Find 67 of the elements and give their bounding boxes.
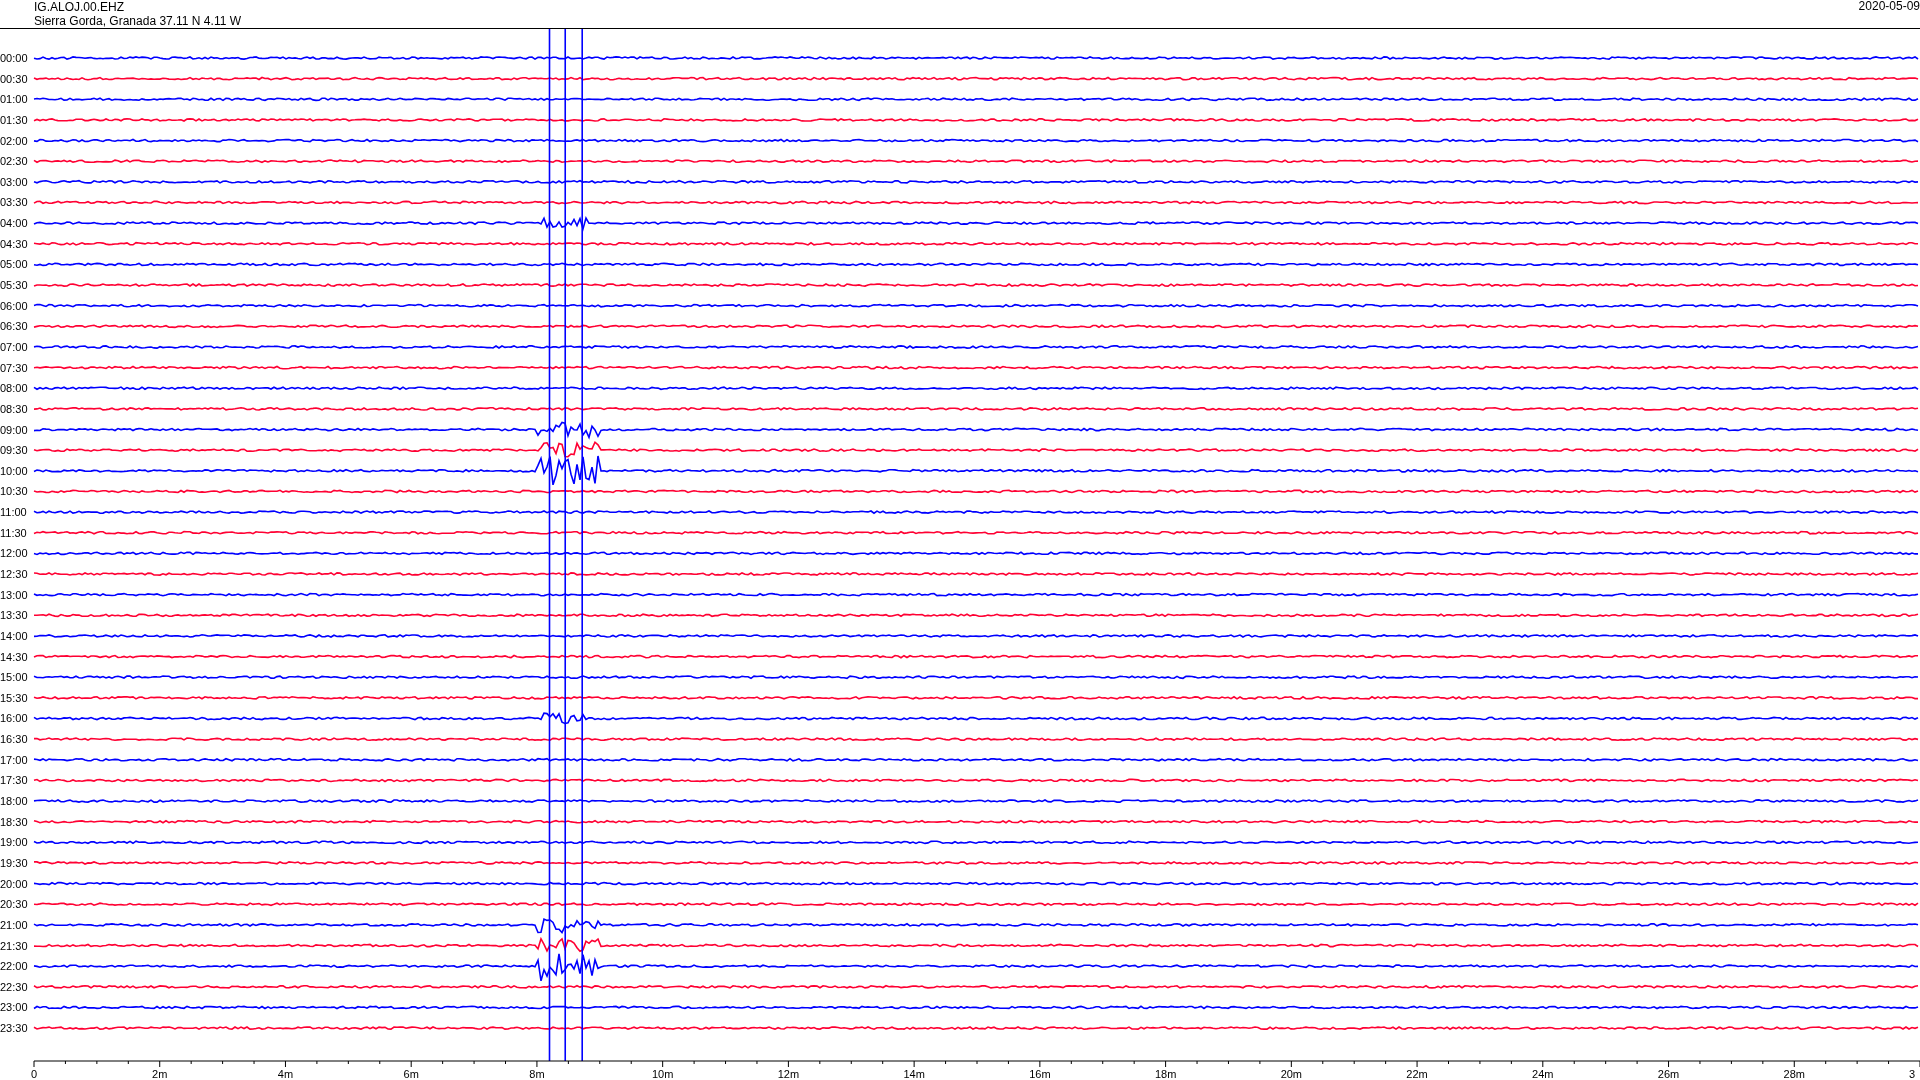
time-label: 07:30	[0, 361, 28, 374]
time-label: 05:30	[0, 279, 28, 292]
station-location: Sierra Gorda, Granada 37.11 N 4.11 W	[34, 14, 241, 28]
time-label: 21:00	[0, 918, 28, 931]
time-label: 15:30	[0, 691, 28, 704]
time-label: 03:30	[0, 196, 28, 209]
time-label: 18:30	[0, 815, 28, 828]
axis-label: 20m	[1280, 1068, 1303, 1080]
time-label: 21:30	[0, 939, 28, 952]
time-label: 18:00	[0, 795, 28, 808]
time-label: 04:00	[0, 217, 28, 230]
axis-label: 14m	[903, 1068, 925, 1080]
axis-label: 26m	[1657, 1068, 1680, 1080]
time-label: 05:00	[0, 258, 28, 271]
time-label: 12:30	[0, 568, 28, 580]
time-label: 20:30	[0, 898, 28, 911]
time-label: 14:30	[0, 650, 28, 663]
time-label: 10:00	[0, 464, 28, 477]
time-label: 23:00	[0, 1001, 28, 1014]
axis-label: 6m	[403, 1068, 419, 1080]
time-label: 15:00	[0, 671, 28, 684]
time-label: 16:00	[0, 712, 28, 725]
time-label: 11:00	[0, 506, 27, 519]
axis-label: 3	[1908, 1068, 1916, 1080]
time-label: 04:30	[0, 237, 28, 250]
axis-label: 2m	[152, 1068, 168, 1080]
time-label: 17:00	[0, 753, 28, 766]
time-label: 03:00	[0, 175, 28, 188]
axis-label: 28m	[1783, 1068, 1805, 1080]
time-label: 09:30	[0, 444, 28, 457]
axis-label: 4m	[277, 1068, 294, 1080]
time-label: 00:00	[0, 52, 28, 64]
time-label: 22:30	[0, 980, 28, 993]
time-label: 12:00	[0, 547, 28, 560]
time-label: 13:30	[0, 609, 28, 622]
time-label: 17:30	[0, 774, 28, 787]
axis-label: 18m	[1154, 1068, 1177, 1080]
axis-label: 24m	[1532, 1068, 1554, 1080]
time-label: 10:30	[0, 485, 28, 498]
time-label: 23:30	[0, 1022, 28, 1035]
time-label: 16:30	[0, 733, 28, 746]
axis-label: 10m	[651, 1068, 674, 1080]
time-label: 11:30	[0, 526, 27, 539]
time-label: 14:00	[0, 629, 28, 642]
axis-label: 16m	[1029, 1068, 1051, 1080]
time-label: 08:00	[0, 382, 28, 395]
time-label: 20:00	[0, 877, 28, 890]
time-label: 06:30	[0, 320, 28, 333]
time-label: 19:00	[0, 836, 28, 849]
station-code: IG.ALOJ.00.EHZ	[34, 0, 126, 14]
time-label: 00:30	[0, 72, 28, 85]
axis-label: 22m	[1406, 1068, 1428, 1080]
time-label: 22:00	[0, 960, 28, 973]
time-label: 02:30	[0, 155, 28, 168]
time-label: 13:00	[0, 588, 28, 601]
record-date: 2020-05-09	[1858, 0, 1920, 12]
axis-label: 0	[30, 1068, 38, 1080]
time-label: 08:30	[0, 402, 28, 415]
time-label: 01:30	[0, 113, 28, 126]
axis-label: 8m	[529, 1068, 545, 1080]
time-label: 02:00	[0, 134, 28, 147]
time-label: 01:00	[0, 93, 28, 106]
time-label: 19:30	[0, 856, 28, 869]
time-label: 07:00	[0, 340, 28, 353]
axis-label: 12m	[777, 1068, 800, 1080]
time-label: 06:00	[0, 299, 28, 312]
time-label: 09:00	[0, 423, 28, 436]
